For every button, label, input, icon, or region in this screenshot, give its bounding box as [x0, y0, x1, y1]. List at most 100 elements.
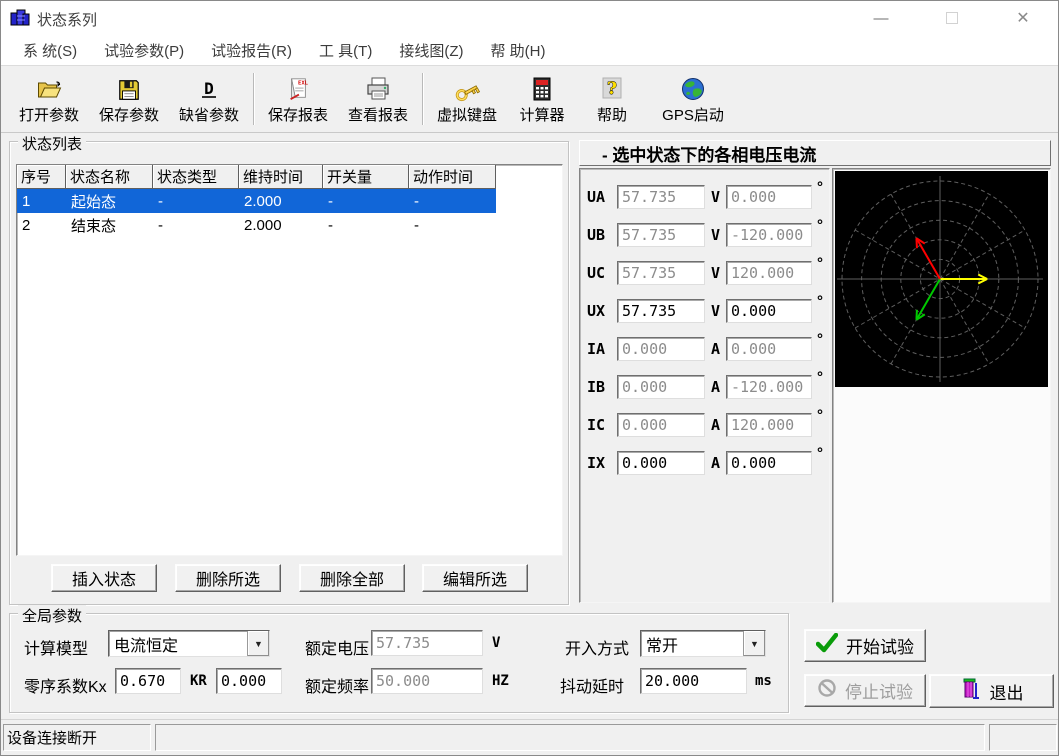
title-bar: 状态系列 — ✕: [1, 1, 1058, 35]
combobox-value: 常开: [641, 631, 743, 656]
toolbar-separator: [253, 73, 254, 125]
calculator-icon: [531, 74, 553, 102]
menu-help[interactable]: 帮 助(H): [490, 40, 545, 61]
toolbar-open-params-button[interactable]: 打开参数: [9, 69, 89, 129]
column-header-index[interactable]: 序号: [17, 165, 66, 189]
degree-symbol: °: [817, 445, 823, 462]
kx-input[interactable]: 0.670: [115, 668, 181, 694]
unit-label: V: [711, 302, 720, 320]
button-label: 停止试验: [845, 678, 913, 703]
app-icon: [10, 8, 30, 28]
status-bar: 设备连接断开: [1, 719, 1058, 756]
column-header-hold-time[interactable]: 维持时间: [239, 165, 323, 189]
device-status: 设备连接断开: [3, 724, 151, 751]
close-button[interactable]: ✕: [988, 1, 1058, 35]
debounce-label: 抖动延时: [560, 673, 624, 697]
insert-state-button[interactable]: 插入状态: [51, 564, 157, 592]
cell-name: 起始态: [66, 189, 153, 213]
ua-angle-input[interactable]: 0.000: [726, 185, 812, 209]
toolbar-save-params-button[interactable]: 保存参数: [89, 69, 169, 129]
ia-angle-input[interactable]: 0.000: [726, 337, 812, 361]
kr-input[interactable]: 0.000: [216, 668, 282, 694]
toolbar-save-report-button[interactable]: EXL 保存报表: [258, 69, 338, 129]
kr-label: KR: [190, 673, 207, 689]
toolbar-default-params-button[interactable]: D 缺省参数: [169, 69, 249, 129]
phase-label: UC: [587, 264, 605, 282]
edit-selected-button[interactable]: 编辑所选: [422, 564, 528, 592]
column-header-action-time[interactable]: 动作时间: [409, 165, 496, 189]
start-test-button[interactable]: 开始试验: [804, 629, 926, 662]
state-list-groupbox: 状态列表 序号 状态名称 状态类型 维持时间 开关量 动作时间 1 起始态 - …: [9, 141, 569, 605]
menu-test-params[interactable]: 试验参数(P): [104, 40, 184, 61]
menu-test-report[interactable]: 试验报告(R): [211, 40, 292, 61]
ic-value-input[interactable]: 0.000: [617, 413, 705, 437]
chevron-down-icon[interactable]: ▼: [247, 631, 269, 656]
ub-angle-input[interactable]: -120.000: [726, 223, 812, 247]
close-icon: ✕: [1016, 8, 1029, 28]
combobox-value: 电流恒定: [109, 631, 247, 656]
delete-selected-button[interactable]: 删除所选: [175, 564, 281, 592]
menu-tools[interactable]: 工 具(T): [319, 40, 372, 61]
toolbar-label: 保存报表: [268, 104, 328, 125]
ix-value-input[interactable]: 0.000: [617, 451, 705, 475]
toolbar-label: 虚拟键盘: [437, 104, 497, 125]
column-header-name[interactable]: 状态名称: [66, 165, 153, 189]
state-list-title: 状态列表: [18, 133, 86, 154]
toolbar-view-report-button[interactable]: 查看报表: [338, 69, 418, 129]
ux-value-input[interactable]: 57.735: [617, 299, 705, 323]
phase-fields-panel: UA 57.735 V 0.000 ° UB 57.735 V -120.000…: [579, 168, 830, 603]
degree-symbol: °: [817, 255, 823, 272]
unit-label: V: [711, 264, 720, 282]
rated-freq-input[interactable]: 50.000: [371, 668, 483, 694]
toolbar-virtual-keyboard-button[interactable]: 虚拟键盘: [427, 69, 507, 129]
exit-button[interactable]: 退出: [929, 674, 1054, 708]
toolbar-calculator-button[interactable]: 计算器: [507, 69, 577, 129]
column-header-type[interactable]: 状态类型: [153, 165, 239, 189]
phase-row-ua: UA 57.735 V 0.000 °: [580, 185, 829, 209]
toolbar-help-button[interactable]: ? 帮助: [577, 69, 647, 129]
state-table-header: 序号 状态名称 状态类型 维持时间 开关量 动作时间: [17, 165, 562, 189]
status-panel-middle: [155, 724, 985, 751]
chevron-down-icon[interactable]: ▼: [743, 631, 765, 656]
unit-label: V: [711, 226, 720, 244]
rated-voltage-label: 额定电压: [305, 635, 369, 659]
input-mode-combobox[interactable]: 常开 ▼: [640, 630, 766, 657]
calc-model-combobox[interactable]: 电流恒定 ▼: [108, 630, 270, 657]
menu-wiring-diagram[interactable]: 接线图(Z): [399, 40, 463, 61]
delete-all-button[interactable]: 删除全部: [299, 564, 405, 592]
check-icon: [816, 633, 838, 658]
stop-test-button[interactable]: 停止试验: [804, 674, 926, 707]
uc-value-input[interactable]: 57.735: [617, 261, 705, 285]
ix-angle-input[interactable]: 0.000: [726, 451, 812, 475]
unit-label: A: [711, 340, 720, 358]
table-row[interactable]: 1 起始态 - 2.000 - -: [17, 189, 562, 213]
cell-switch: -: [323, 189, 409, 213]
menu-system[interactable]: 系 统(S): [23, 40, 77, 61]
default-params-icon: D: [198, 74, 220, 102]
ux-angle-input[interactable]: 0.000: [726, 299, 812, 323]
toolbar-label: 帮助: [597, 104, 627, 125]
ub-value-input[interactable]: 57.735: [617, 223, 705, 247]
button-label: 开始试验: [846, 633, 914, 658]
rated-freq-unit: HZ: [492, 673, 509, 689]
cell-switch: -: [323, 213, 409, 237]
ib-angle-input[interactable]: -120.000: [726, 375, 812, 399]
minimize-button[interactable]: —: [846, 1, 916, 35]
toolbar-separator: [422, 73, 423, 125]
stop-icon: [817, 678, 837, 703]
phase-label: IC: [587, 416, 605, 434]
column-header-switch[interactable]: 开关量: [323, 165, 409, 189]
uc-angle-input[interactable]: 120.000: [726, 261, 812, 285]
toolbar-gps-start-button[interactable]: GPS启动: [647, 69, 739, 129]
rated-voltage-unit: V: [492, 635, 500, 651]
debounce-input[interactable]: 20.000: [640, 668, 747, 694]
table-row[interactable]: 2 结束态 - 2.000 - -: [17, 213, 562, 237]
rated-voltage-input[interactable]: 57.735: [371, 630, 483, 656]
ib-value-input[interactable]: 0.000: [617, 375, 705, 399]
cell-type: -: [153, 213, 239, 237]
ia-value-input[interactable]: 0.000: [617, 337, 705, 361]
ic-angle-input[interactable]: 120.000: [726, 413, 812, 437]
ua-value-input[interactable]: 57.735: [617, 185, 705, 209]
maximize-button[interactable]: [917, 1, 987, 35]
degree-symbol: °: [817, 217, 823, 234]
